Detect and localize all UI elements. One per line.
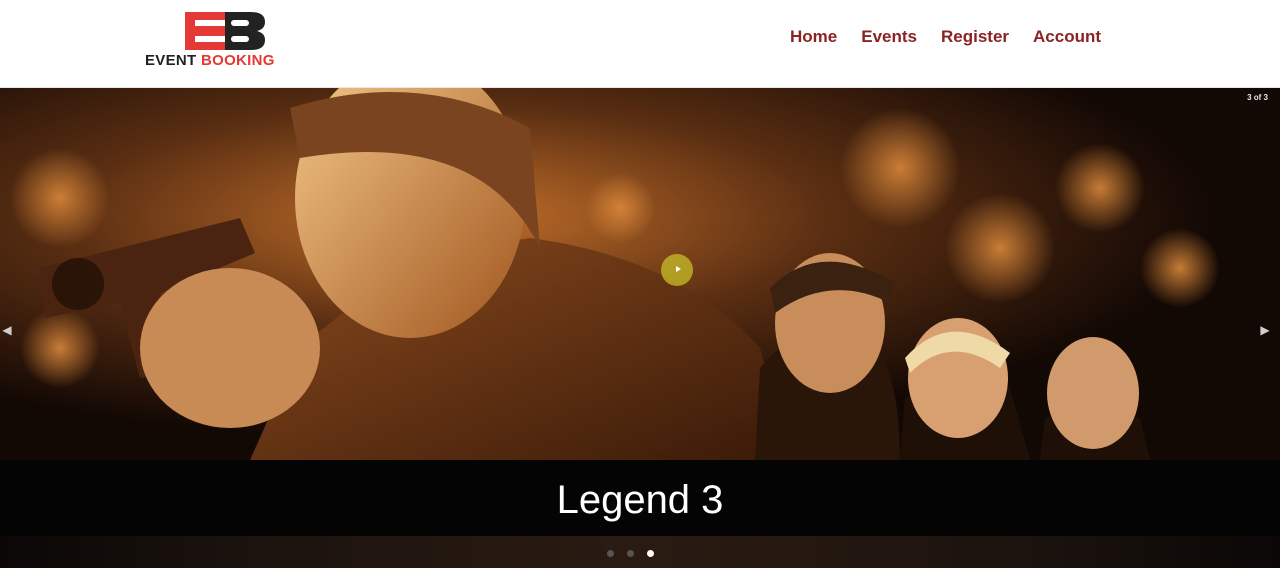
nav-register-link[interactable]: Register: [929, 26, 1021, 48]
event-booking-logo[interactable]: EVENT BOOKING: [145, 12, 307, 70]
slide-counter: 3 of 3: [1247, 93, 1268, 102]
slide-caption: Legend 3: [556, 478, 724, 522]
cursor-icon: [676, 266, 681, 272]
main-nav: Home Events Register Account: [778, 26, 1113, 48]
carousel-dot-3[interactable]: [647, 550, 654, 557]
logo-word-booking: BOOKING: [200, 52, 275, 69]
caption-bar: Legend 3: [0, 460, 1280, 536]
nav-events-link[interactable]: Events: [849, 26, 929, 48]
carousel-dot-2[interactable]: [627, 550, 634, 557]
nav-account-link[interactable]: Account: [1021, 26, 1113, 48]
carousel-indicators: [607, 550, 654, 557]
logo-word-event: EVENT: [145, 52, 197, 69]
chevron-left-icon: ◀: [2, 323, 12, 337]
logo-wordmark: EVENT BOOKING: [145, 52, 275, 69]
carousel-next-button[interactable]: ▶: [1258, 320, 1272, 340]
carousel-prev-button[interactable]: ◀: [0, 320, 14, 340]
nav-home-link[interactable]: Home: [778, 26, 849, 48]
chevron-right-icon: ▶: [1260, 323, 1270, 337]
hero-carousel: 3 of 3 ◀ ▶ Legend 3: [0, 88, 1280, 568]
movie-poster-image: [0, 88, 1280, 460]
site-header: EVENT BOOKING Home Events Register Accou…: [0, 0, 1280, 88]
mouse-cursor-highlight: [661, 254, 693, 286]
carousel-dot-1[interactable]: [607, 550, 614, 557]
eb-logo-mark: [185, 12, 265, 50]
